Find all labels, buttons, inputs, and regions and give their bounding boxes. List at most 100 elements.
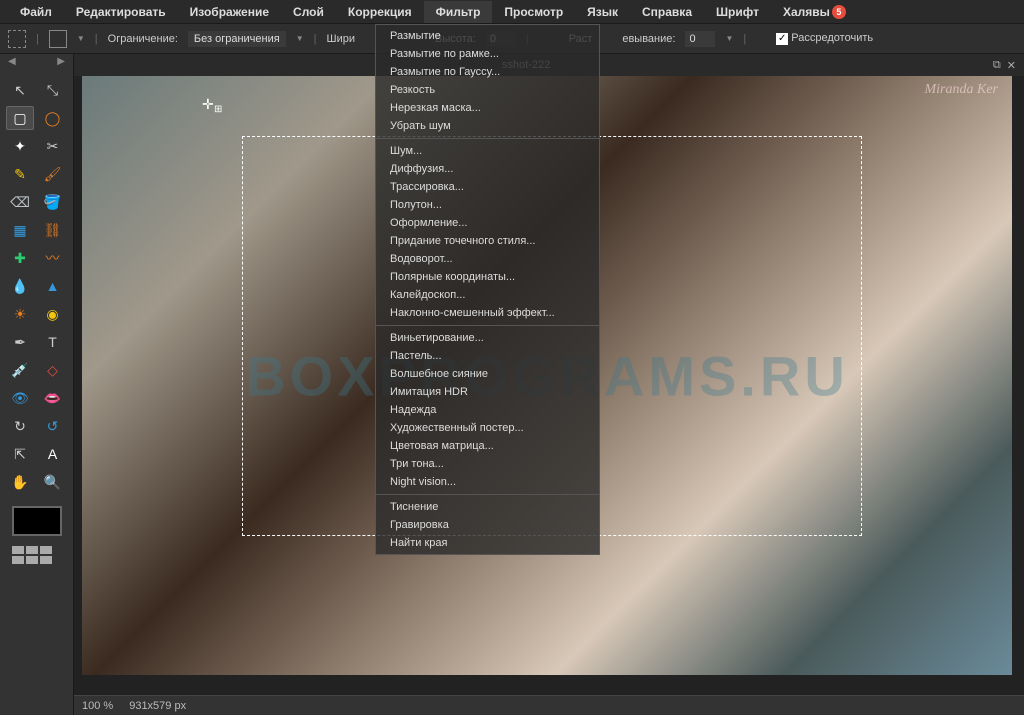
smudge-tool[interactable]: 〰	[39, 246, 67, 270]
chevron-down-icon[interactable]: ▼	[725, 34, 733, 43]
rotate-ccw-tool[interactable]: ↺	[39, 414, 67, 438]
filter-menu-item[interactable]: Художественный постер...	[376, 419, 599, 437]
limit-select[interactable]: Без ограничения	[188, 31, 286, 47]
menu-separator	[376, 325, 599, 326]
filter-menu-item[interactable]: Убрать шум	[376, 117, 599, 135]
filter-menu-item[interactable]: Волшебное сияние	[376, 365, 599, 383]
disperse-checkbox[interactable]: ✓	[776, 33, 788, 45]
menu-help[interactable]: Справка	[630, 1, 704, 23]
filter-menu-item[interactable]: Имитация HDR	[376, 383, 599, 401]
filter-menu-item[interactable]: Размытие по рамке...	[376, 45, 599, 63]
disperse-label: Рассредоточить	[791, 32, 873, 44]
feather-label: евывание:	[622, 33, 675, 45]
filter-menu-item[interactable]: Три тона...	[376, 455, 599, 473]
menu-separator	[376, 494, 599, 495]
transform-tool[interactable]: ⤡	[39, 78, 67, 102]
width-label: Шири	[327, 33, 356, 45]
filter-menu-item[interactable]: Night vision...	[376, 473, 599, 491]
filter-menu-item[interactable]: Тиснение	[376, 498, 599, 516]
sponge-tool[interactable]: ◉	[39, 302, 67, 326]
canvas-dimensions: 931x579 px	[129, 700, 186, 712]
marquee-mode-icon[interactable]	[49, 30, 67, 48]
next-icon[interactable]: ▶	[57, 56, 65, 70]
feather-input[interactable]	[685, 31, 715, 47]
sharpen-tool[interactable]: ▲	[39, 274, 67, 298]
status-bar: 100 % 931x579 px	[74, 695, 1024, 715]
color-swatch[interactable]	[12, 506, 62, 536]
filter-menu-item[interactable]: Размытие	[376, 27, 599, 45]
menu-font[interactable]: Шрифт	[704, 1, 771, 23]
zoom-level[interactable]: 100 %	[82, 700, 113, 712]
layout-grid-icon[interactable]	[0, 542, 73, 568]
menu-separator	[376, 138, 599, 139]
close-icon[interactable]: ✕	[1007, 59, 1016, 72]
chevron-down-icon[interactable]: ▼	[77, 34, 85, 43]
cursor-crosshair-icon: ✛	[202, 96, 214, 113]
dodge-tool[interactable]: ☀	[6, 302, 34, 326]
move-tool[interactable]: ↖	[6, 78, 34, 102]
filter-menu-item[interactable]: Виньетирование...	[376, 329, 599, 347]
filter-menu-item[interactable]: Водоворот...	[376, 250, 599, 268]
chevron-down-icon[interactable]: ▼	[296, 34, 304, 43]
filter-menu-item[interactable]: Размытие по Гауссу...	[376, 63, 599, 81]
fill-tool[interactable]: 🪣	[39, 190, 67, 214]
menu-correction[interactable]: Коррекция	[336, 1, 424, 23]
tools-grid: ↖⤡▢◯✦✂✎🖌⌫🪣▦⛓✚〰💧▲☀◉✒T💉◇👁👄↻↺⇱A✋🔍	[0, 72, 73, 500]
hand-tool[interactable]: ✋	[6, 470, 34, 494]
brush-tool[interactable]: 🖌	[39, 162, 67, 186]
filter-menu-item[interactable]: Трассировка...	[376, 178, 599, 196]
type-tool[interactable]: T	[39, 330, 67, 354]
prev-icon[interactable]: ◀	[8, 56, 16, 70]
color-picker-tool[interactable]: 💉	[6, 358, 34, 382]
shape-tool[interactable]: ◇	[39, 358, 67, 382]
lasso-tool[interactable]: ◯	[39, 106, 67, 130]
freebies-badge: 5	[832, 5, 846, 19]
gradient-tool[interactable]: ▦	[6, 218, 34, 242]
marquee-icon	[8, 30, 26, 48]
filter-menu-item[interactable]: Пастель...	[376, 347, 599, 365]
menu-filter[interactable]: Фильтр	[424, 1, 493, 23]
pen-tool[interactable]: ✒	[6, 330, 34, 354]
pointer-tool[interactable]: ⇱	[6, 442, 34, 466]
red-eye-tool[interactable]: 👁	[6, 386, 34, 410]
wand-tool[interactable]: ✦	[6, 134, 34, 158]
filter-menu-item[interactable]: Оформление...	[376, 214, 599, 232]
filter-menu-item[interactable]: Цветовая матрица...	[376, 437, 599, 455]
stamp-tool[interactable]: ⛓	[39, 218, 67, 242]
filter-menu-item[interactable]: Надежда	[376, 401, 599, 419]
limit-label: Ограничение:	[108, 33, 178, 45]
zoom-tool[interactable]: 🔍	[39, 470, 67, 494]
filter-menu-item[interactable]: Придание точечного стиля...	[376, 232, 599, 250]
filter-menu-item[interactable]: Наклонно-смешенный эффект...	[376, 304, 599, 322]
restore-icon[interactable]: ⧉	[993, 59, 1001, 72]
eraser-tool[interactable]: ⌫	[6, 190, 34, 214]
image-signature: Miranda Ker	[925, 82, 999, 98]
menu-file[interactable]: Файл	[8, 1, 64, 23]
menubar: Файл Редактировать Изображение Слой Корр…	[0, 0, 1024, 24]
filter-menu-item[interactable]: Полярные координаты...	[376, 268, 599, 286]
menu-language[interactable]: Язык	[575, 1, 630, 23]
filter-menu-item[interactable]: Резкость	[376, 81, 599, 99]
liquify-tool[interactable]: 👄	[39, 386, 67, 410]
filter-menu-item[interactable]: Нерезкая маска...	[376, 99, 599, 117]
menu-layer[interactable]: Слой	[281, 1, 336, 23]
tool-sidebar: ◀ ▶ ↖⤡▢◯✦✂✎🖌⌫🪣▦⛓✚〰💧▲☀◉✒T💉◇👁👄↻↺⇱A✋🔍	[0, 54, 74, 715]
menu-edit[interactable]: Редактировать	[64, 1, 178, 23]
menu-image[interactable]: Изображение	[178, 1, 281, 23]
menu-freebies[interactable]: Халявы5	[771, 1, 858, 23]
filter-dropdown-menu: РазмытиеРазмытие по рамке...Размытие по …	[375, 24, 600, 555]
heal-tool[interactable]: ✚	[6, 246, 34, 270]
crop-tool[interactable]: ✂	[39, 134, 67, 158]
filter-menu-item[interactable]: Полутон...	[376, 196, 599, 214]
pencil-tool[interactable]: ✎	[6, 162, 34, 186]
filter-menu-item[interactable]: Калейдоскоп...	[376, 286, 599, 304]
filter-menu-item[interactable]: Диффузия...	[376, 160, 599, 178]
text-tool[interactable]: A	[39, 442, 67, 466]
blur-tool[interactable]: 💧	[6, 274, 34, 298]
rotate-cw-tool[interactable]: ↻	[6, 414, 34, 438]
menu-view[interactable]: Просмотр	[492, 1, 575, 23]
filter-menu-item[interactable]: Гравировка	[376, 516, 599, 534]
filter-menu-item[interactable]: Найти края	[376, 534, 599, 552]
filter-menu-item[interactable]: Шум...	[376, 142, 599, 160]
rect-select-tool[interactable]: ▢	[6, 106, 34, 130]
